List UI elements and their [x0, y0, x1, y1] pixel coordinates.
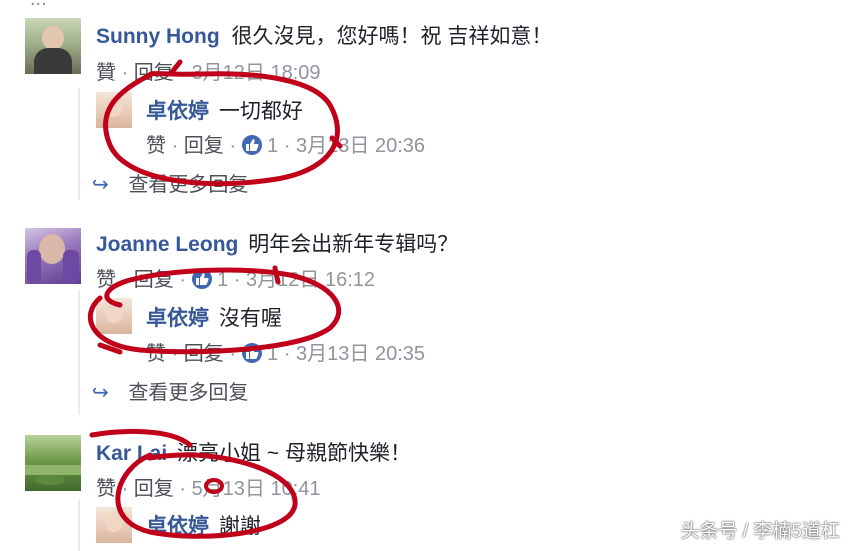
reply-text: 謝謝 [218, 515, 261, 538]
comment-text: 很久沒見，您好嗎！祝 吉祥如意！ [231, 25, 553, 48]
commenter-name[interactable]: Joanne Leong [96, 233, 238, 256]
comment-2-body: Joanne Leong 明年会出新年专辑吗？ [96, 228, 458, 258]
replier-name[interactable]: 卓依婷 [146, 515, 209, 538]
avatar[interactable] [25, 228, 81, 284]
reaction-count[interactable]: 1 [217, 269, 228, 291]
separator: · [233, 269, 247, 291]
reply-1-actions: 赞 · 回复 · 1 · 3月13日 20:36 [146, 129, 425, 158]
view-more-replies-label[interactable]: 查看更多回复 [128, 382, 248, 404]
thread-line-3 [78, 500, 80, 551]
thread-line-1 [78, 88, 80, 200]
comment-text: 明年会出新年专辑吗？ [248, 233, 459, 256]
commenter-name[interactable]: Kar Lai [96, 442, 167, 465]
watermark: 头条号 / 李楠5道杠 [680, 521, 840, 542]
timestamp[interactable]: 3月13日 20:36 [296, 135, 425, 157]
reply-link[interactable]: 回复 [184, 135, 224, 157]
reply-link[interactable]: 回复 [134, 269, 174, 291]
comment-text: 漂亮小姐 ~ 母親節快樂！ [177, 442, 411, 465]
reply-avatar[interactable] [96, 507, 132, 543]
view-more-replies-label[interactable]: 查看更多回复 [128, 174, 248, 196]
timestamp[interactable]: 3月12日 18:09 [192, 62, 321, 84]
separator: · [171, 135, 184, 157]
separator: · [179, 478, 192, 500]
reply-text: 一切都好 [218, 100, 303, 123]
reaction-count[interactable]: 1 [267, 343, 278, 365]
like-link[interactable]: 贊 [96, 62, 116, 84]
reply-arrow-icon: ↪ [92, 174, 109, 196]
like-link[interactable]: 赞 [96, 478, 116, 500]
comment-1-body: Sunny Hong 很久沒見，您好嗎！祝 吉祥如意！ [96, 20, 552, 50]
separator: · [229, 135, 242, 157]
separator: · [121, 62, 134, 84]
timestamp[interactable]: 5月13日 10:41 [192, 478, 321, 500]
thread-line-2 [78, 290, 80, 415]
replier-name[interactable]: 卓依婷 [146, 100, 209, 123]
commenter-name[interactable]: Sunny Hong [96, 25, 220, 48]
comment-3-body: Kar Lai 漂亮小姐 ~ 母親節快樂！ [96, 437, 411, 467]
reply-link[interactable]: 回复 [134, 62, 174, 84]
view-more-replies-2[interactable]: ↪ 查看更多回复 [92, 376, 248, 405]
thumbs-up-icon[interactable] [241, 135, 262, 155]
reply-1-body: 卓依婷 一切都好 [146, 95, 303, 125]
separator: · [179, 62, 192, 84]
avatar[interactable] [25, 18, 81, 74]
timestamp[interactable]: 3月13日 20:35 [296, 343, 425, 365]
like-link[interactable]: 赞 [146, 343, 166, 365]
view-more-replies-1[interactable]: ↪ 查看更多回复 [92, 168, 248, 197]
reply-2-actions: 赞 · 回复 · 1 · 3月13日 20:35 [146, 337, 425, 366]
reply-avatar[interactable] [96, 92, 132, 128]
reply-avatar[interactable] [96, 298, 132, 334]
timestamp[interactable]: 3月12日 16:12 [246, 269, 375, 291]
cropped-header-text: ... [30, 0, 47, 11]
thumbs-up-icon[interactable] [191, 269, 212, 289]
reply-link[interactable]: 回复 [134, 478, 174, 500]
reply-2-body: 卓依婷 沒有喔 [146, 302, 282, 332]
separator: · [121, 269, 134, 291]
replier-name[interactable]: 卓依婷 [146, 307, 209, 330]
comment-3-actions: 赞 · 回复 · 5月13日 10:41 [96, 472, 321, 501]
reply-text: 沒有喔 [218, 307, 282, 330]
reaction-count[interactable]: 1 [267, 135, 278, 157]
separator: · [171, 343, 184, 365]
comment-1-actions: 贊 · 回复 · 3月12日 18:09 [96, 56, 321, 85]
separator: · [179, 269, 192, 291]
separator: · [283, 343, 297, 365]
separator: · [121, 478, 134, 500]
comment-2-actions: 赞 · 回复 · 1 · 3月12日 16:12 [96, 263, 375, 292]
thumbs-up-icon[interactable] [241, 343, 262, 363]
separator: · [283, 135, 297, 157]
reply-arrow-icon: ↪ [92, 382, 109, 404]
like-link[interactable]: 赞 [146, 135, 166, 157]
like-link[interactable]: 赞 [96, 269, 116, 291]
separator: · [229, 343, 242, 365]
reply-3-body: 卓依婷 謝謝 [146, 510, 261, 540]
avatar[interactable] [25, 435, 81, 491]
reply-link[interactable]: 回复 [184, 343, 224, 365]
